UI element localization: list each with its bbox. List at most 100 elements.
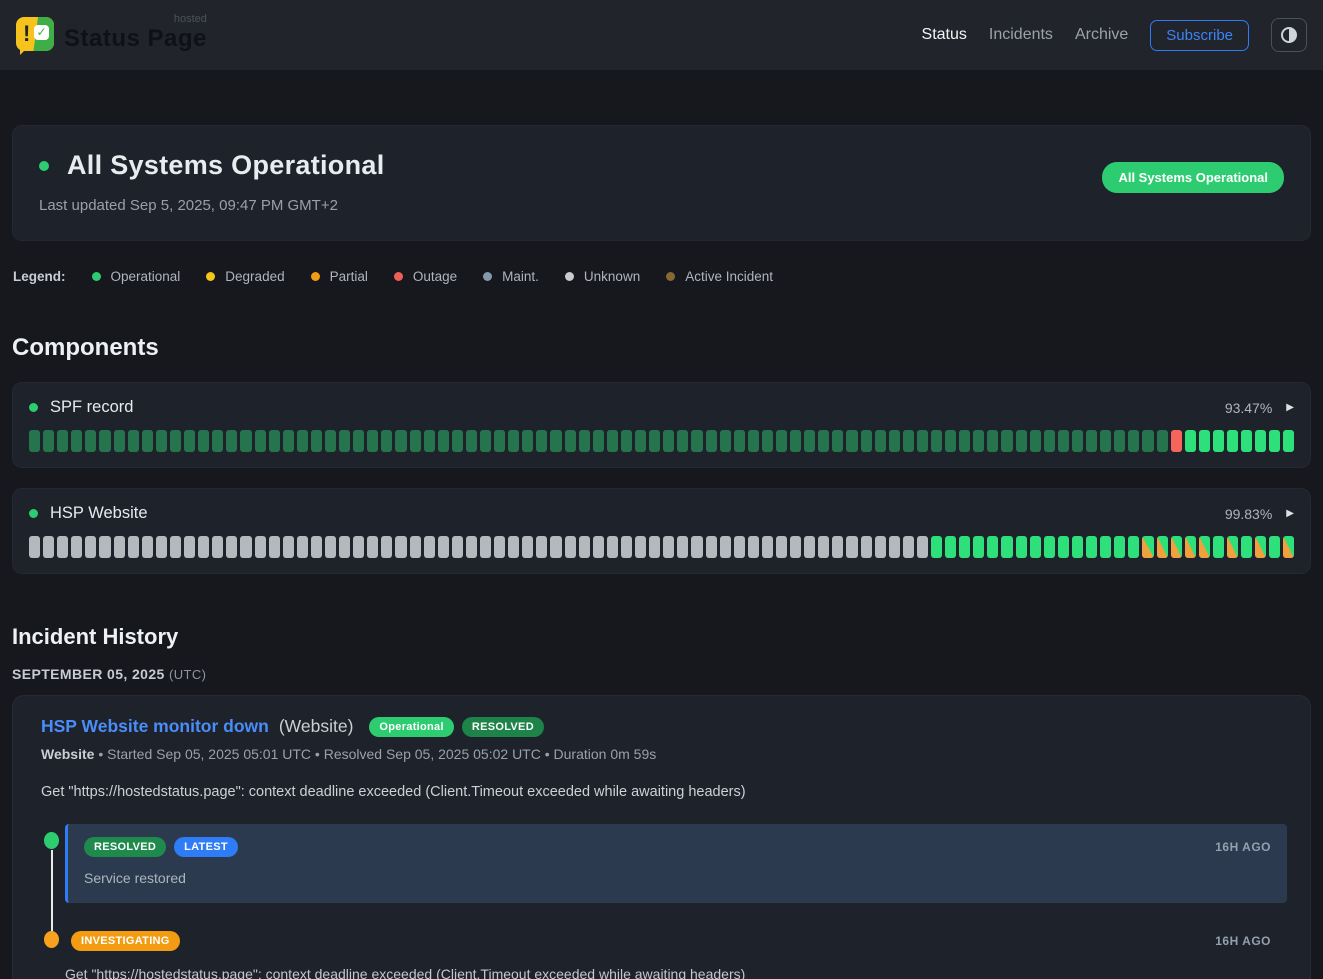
uptime-bar[interactable]: [1030, 536, 1041, 558]
uptime-bar[interactable]: [508, 430, 519, 452]
uptime-bar[interactable]: [1016, 536, 1027, 558]
uptime-bar[interactable]: [1030, 430, 1041, 452]
uptime-bar[interactable]: [1255, 536, 1266, 558]
uptime-bar[interactable]: [114, 536, 125, 558]
uptime-bar[interactable]: [1044, 536, 1055, 558]
uptime-bar[interactable]: [593, 536, 604, 558]
nav-item-incidents[interactable]: Incidents: [989, 26, 1053, 44]
uptime-bar[interactable]: [1086, 430, 1097, 452]
uptime-bar[interactable]: [43, 536, 54, 558]
uptime-bar[interactable]: [1100, 536, 1111, 558]
uptime-bar[interactable]: [1171, 536, 1182, 558]
uptime-bar[interactable]: [565, 430, 576, 452]
uptime-bar[interactable]: [861, 536, 872, 558]
uptime-bar[interactable]: [226, 430, 237, 452]
uptime-bar[interactable]: [29, 536, 40, 558]
uptime-bar[interactable]: [889, 536, 900, 558]
uptime-bar[interactable]: [663, 430, 674, 452]
uptime-bar[interactable]: [494, 536, 505, 558]
uptime-bar[interactable]: [1171, 430, 1182, 452]
uptime-bar[interactable]: [170, 536, 181, 558]
uptime-bar[interactable]: [325, 430, 336, 452]
uptime-bar[interactable]: [1016, 430, 1027, 452]
uptime-bar[interactable]: [987, 536, 998, 558]
uptime-bar[interactable]: [410, 430, 421, 452]
uptime-bar[interactable]: [649, 536, 660, 558]
uptime-bar[interactable]: [1128, 536, 1139, 558]
uptime-bar[interactable]: [1072, 430, 1083, 452]
uptime-bar[interactable]: [522, 430, 533, 452]
uptime-bar[interactable]: [875, 536, 886, 558]
uptime-bar[interactable]: [832, 536, 843, 558]
subscribe-button[interactable]: Subscribe: [1150, 20, 1249, 51]
uptime-bar[interactable]: [466, 536, 477, 558]
uptime-bar[interactable]: [691, 536, 702, 558]
uptime-bar[interactable]: [1283, 430, 1294, 452]
uptime-bar[interactable]: [1072, 536, 1083, 558]
uptime-bar[interactable]: [353, 536, 364, 558]
component-header-row[interactable]: SPF record93.47%▶: [29, 398, 1294, 417]
uptime-bar[interactable]: [691, 430, 702, 452]
uptime-bar[interactable]: [269, 430, 280, 452]
uptime-bar[interactable]: [832, 430, 843, 452]
uptime-bar[interactable]: [1058, 536, 1069, 558]
uptime-bar[interactable]: [128, 536, 139, 558]
uptime-bar[interactable]: [198, 430, 209, 452]
uptime-bar[interactable]: [508, 536, 519, 558]
uptime-bar[interactable]: [1001, 430, 1012, 452]
uptime-bar[interactable]: [1283, 536, 1294, 558]
uptime-bar[interactable]: [367, 536, 378, 558]
uptime-bar[interactable]: [846, 536, 857, 558]
uptime-bar[interactable]: [875, 430, 886, 452]
incident-title-link[interactable]: HSP Website monitor down: [41, 716, 269, 737]
uptime-bar[interactable]: [424, 430, 435, 452]
uptime-bar[interactable]: [804, 536, 815, 558]
uptime-bar[interactable]: [71, 430, 82, 452]
uptime-bar[interactable]: [536, 536, 547, 558]
uptime-bar[interactable]: [748, 536, 759, 558]
uptime-bar[interactable]: [565, 536, 576, 558]
uptime-bar[interactable]: [959, 430, 970, 452]
uptime-bar[interactable]: [635, 430, 646, 452]
uptime-bar[interactable]: [720, 536, 731, 558]
uptime-bar[interactable]: [903, 430, 914, 452]
uptime-bar[interactable]: [1086, 536, 1097, 558]
uptime-bar[interactable]: [170, 430, 181, 452]
uptime-bar[interactable]: [1185, 536, 1196, 558]
uptime-bar[interactable]: [255, 536, 266, 558]
uptime-bar[interactable]: [720, 430, 731, 452]
uptime-bar[interactable]: [142, 536, 153, 558]
uptime-bar[interactable]: [1213, 536, 1224, 558]
uptime-bar[interactable]: [790, 536, 801, 558]
uptime-bar[interactable]: [945, 430, 956, 452]
uptime-bar[interactable]: [311, 430, 322, 452]
uptime-bar[interactable]: [43, 430, 54, 452]
uptime-bar[interactable]: [494, 430, 505, 452]
uptime-bar[interactable]: [804, 430, 815, 452]
uptime-bar[interactable]: [29, 430, 40, 452]
uptime-bar[interactable]: [1199, 536, 1210, 558]
uptime-bar[interactable]: [114, 430, 125, 452]
uptime-bar[interactable]: [762, 536, 773, 558]
uptime-bar[interactable]: [973, 430, 984, 452]
uptime-bar[interactable]: [466, 430, 477, 452]
chevron-right-icon[interactable]: ▶: [1286, 402, 1294, 413]
uptime-bar[interactable]: [607, 536, 618, 558]
uptime-bar[interactable]: [734, 430, 745, 452]
uptime-bar[interactable]: [255, 430, 266, 452]
uptime-bar[interactable]: [480, 536, 491, 558]
uptime-bar[interactable]: [1241, 430, 1252, 452]
uptime-bar[interactable]: [818, 536, 829, 558]
uptime-bar[interactable]: [212, 430, 223, 452]
nav-item-status[interactable]: Status: [922, 26, 967, 44]
uptime-bar[interactable]: [1269, 430, 1280, 452]
uptime-bar[interactable]: [339, 536, 350, 558]
uptime-bar[interactable]: [297, 536, 308, 558]
uptime-bar[interactable]: [480, 430, 491, 452]
uptime-bar[interactable]: [269, 536, 280, 558]
uptime-bar[interactable]: [452, 536, 463, 558]
uptime-bar[interactable]: [1241, 536, 1252, 558]
uptime-bar[interactable]: [1213, 430, 1224, 452]
uptime-bar[interactable]: [1058, 430, 1069, 452]
uptime-bar[interactable]: [353, 430, 364, 452]
